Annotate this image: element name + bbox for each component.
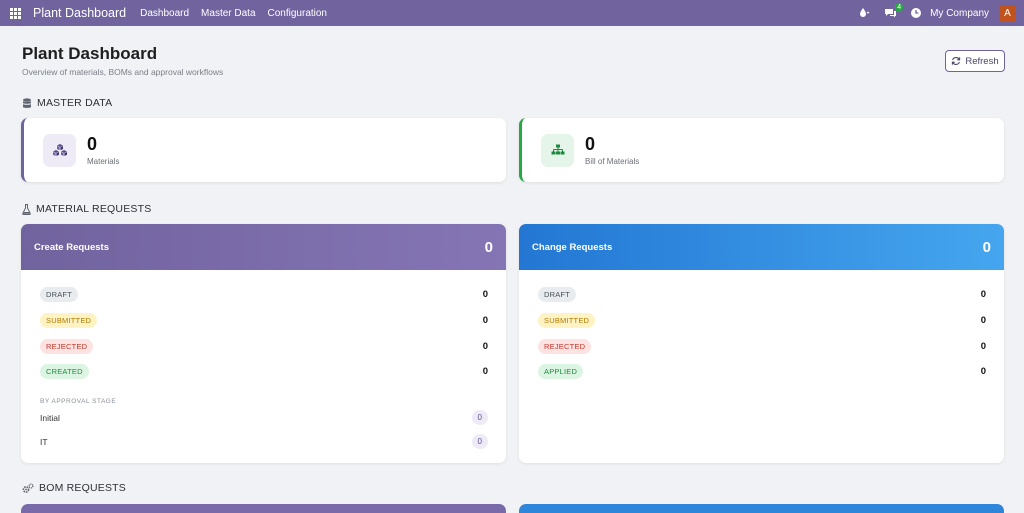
- cubes-icon: [43, 133, 76, 167]
- nav-menu: Dashboard Master Data Configuration: [140, 8, 339, 19]
- section-material-requests-label: MATERIAL REQUESTS: [36, 203, 152, 215]
- bom-change-requests-card: [519, 504, 1004, 513]
- status-pill-submitted: SUBMITTED: [40, 313, 98, 329]
- page-title: Plant Dashboard: [22, 44, 158, 63]
- top-navbar: Plant Dashboard Dashboard Master Data Co…: [0, 0, 1024, 26]
- status-pill-submitted: SUBMITTED: [538, 313, 596, 329]
- section-material-requests: MATERIAL REQUESTS: [22, 203, 151, 215]
- status-row-applied[interactable]: APPLIED 0: [538, 359, 986, 385]
- stage-count-badge: 0: [471, 434, 488, 450]
- nav-item-master-data[interactable]: Master Data: [201, 8, 255, 19]
- change-requests-title: Change Requests: [532, 241, 613, 253]
- boms-label: Bill of Materials: [585, 157, 640, 166]
- status-row-submitted[interactable]: SUBMITTED 0: [40, 308, 488, 334]
- boms-card[interactable]: 0 Bill of Materials: [519, 118, 1004, 182]
- materials-card[interactable]: 0 Materials: [21, 118, 506, 182]
- status-pill-applied: APPLIED: [538, 364, 584, 380]
- stage-row-initial[interactable]: Initial 0: [40, 407, 488, 429]
- section-master-data-label: MASTER DATA: [37, 97, 113, 109]
- section-bom-requests: BOM REQUESTS: [22, 482, 126, 494]
- flask-icon: [22, 203, 31, 215]
- status-count: 0: [482, 289, 488, 301]
- status-count: 0: [980, 340, 986, 352]
- section-bom-requests-label: BOM REQUESTS: [39, 482, 126, 494]
- create-requests-card: Create Requests 0 DRAFT 0 SUBMITTED 0 RE…: [21, 224, 506, 463]
- create-requests-header[interactable]: Create Requests 0: [21, 224, 506, 270]
- user-avatar[interactable]: A: [999, 4, 1016, 22]
- stage-count-badge: 0: [471, 410, 488, 426]
- refresh-icon: [952, 57, 961, 65]
- apps-grid-icon[interactable]: [10, 7, 21, 19]
- stage-row-it[interactable]: IT 0: [40, 431, 488, 453]
- boms-count: 0: [585, 134, 596, 154]
- status-count: 0: [980, 366, 986, 378]
- page-subtitle: Overview of materials, BOMs and approval…: [22, 67, 224, 77]
- chat-icon[interactable]: 4: [882, 3, 904, 21]
- materials-count: 0: [87, 134, 98, 154]
- status-pill-draft: DRAFT: [538, 287, 576, 303]
- status-count: 0: [482, 340, 488, 352]
- status-count: 0: [980, 315, 986, 327]
- stage-name: IT: [40, 436, 48, 447]
- clock-icon[interactable]: [908, 5, 924, 21]
- status-row-rejected[interactable]: REJECTED 0: [538, 333, 986, 359]
- refresh-button[interactable]: Refresh: [945, 50, 1005, 72]
- refresh-label: Refresh: [965, 55, 999, 67]
- database-icon: [22, 97, 32, 109]
- bom-create-requests-card: [21, 504, 506, 513]
- create-requests-title: Create Requests: [34, 241, 109, 253]
- status-count: 0: [980, 289, 986, 301]
- materials-label: Materials: [87, 157, 120, 166]
- stage-name: Initial: [40, 412, 60, 423]
- nav-item-configuration[interactable]: Configuration: [268, 8, 327, 19]
- status-row-draft[interactable]: DRAFT 0: [40, 282, 488, 308]
- create-requests-total: 0: [484, 238, 493, 256]
- status-count: 0: [482, 315, 488, 327]
- status-row-created[interactable]: CREATED 0: [40, 359, 488, 385]
- status-pill-draft: DRAFT: [40, 287, 78, 303]
- change-requests-header[interactable]: Change Requests 0: [519, 224, 1004, 270]
- change-requests-card: Change Requests 0 DRAFT 0 SUBMITTED 0 RE…: [519, 224, 1004, 463]
- status-count: 0: [482, 366, 488, 378]
- status-row-submitted[interactable]: SUBMITTED 0: [538, 308, 986, 334]
- company-switcher[interactable]: My Company: [930, 8, 989, 19]
- status-pill-created: CREATED: [40, 364, 89, 380]
- change-requests-total: 0: [982, 238, 991, 256]
- approval-stage-caption: BY APPROVAL STAGE: [40, 397, 117, 405]
- sitemap-icon: [541, 133, 574, 167]
- status-row-draft[interactable]: DRAFT 0: [538, 282, 986, 308]
- status-pill-rejected: REJECTED: [538, 338, 592, 354]
- app-brand[interactable]: Plant Dashboard: [33, 6, 126, 20]
- status-pill-rejected: REJECTED: [40, 338, 94, 354]
- cogs-icon: [22, 482, 34, 494]
- status-row-rejected[interactable]: REJECTED 0: [40, 333, 488, 359]
- debug-drop-icon[interactable]: [856, 5, 872, 21]
- section-master-data: MASTER DATA: [22, 97, 112, 109]
- chat-badge: 4: [895, 3, 904, 12]
- nav-item-dashboard[interactable]: Dashboard: [140, 8, 189, 19]
